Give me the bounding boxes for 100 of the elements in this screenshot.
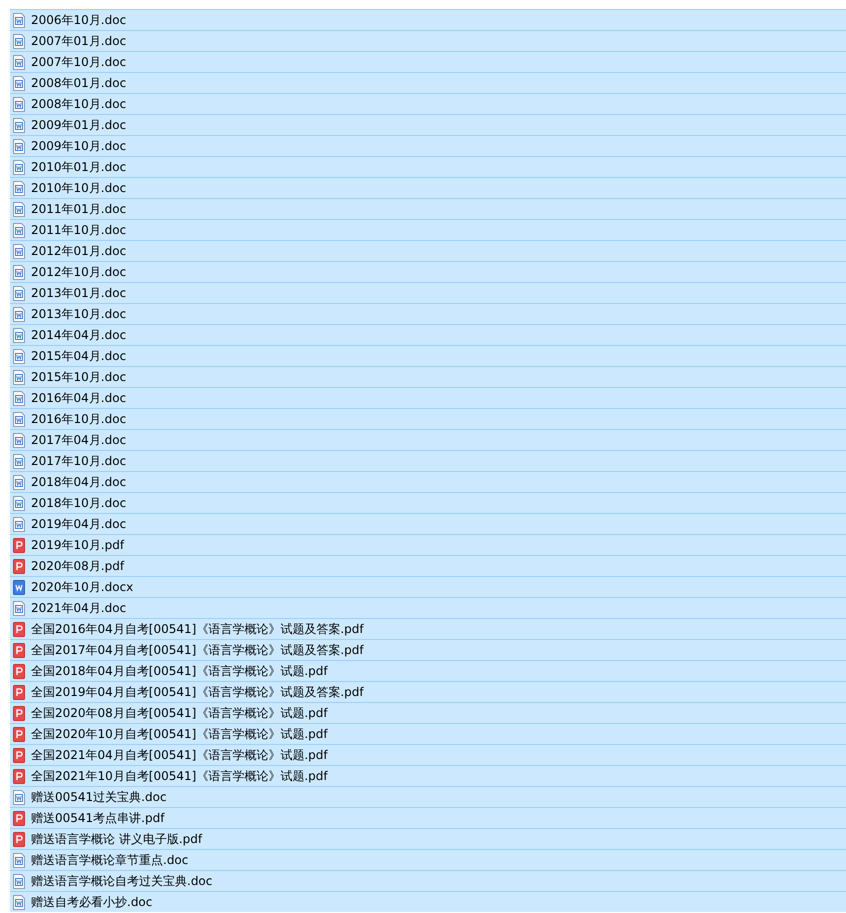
word-file-icon — [13, 306, 25, 322]
file-row[interactable]: 2020年08月.pdf — [10, 555, 846, 576]
file-row[interactable]: 2013年01月.doc — [10, 282, 846, 303]
pdf-file-icon — [13, 558, 25, 574]
file-name: 2007年10月.doc — [31, 54, 126, 71]
file-name: 2009年01月.doc — [31, 117, 126, 134]
file-name: 全国2017年04月自考[00541]《语言学概论》试题及答案.pdf — [31, 642, 364, 659]
file-row[interactable]: 赠送00541过关宝典.doc — [10, 786, 846, 807]
file-name: 2013年01月.doc — [31, 285, 126, 302]
file-row[interactable]: 赠送语言学概论自考过关宝典.doc — [10, 870, 846, 891]
pdf-file-icon — [13, 684, 25, 700]
file-row[interactable]: 2016年04月.doc — [10, 387, 846, 408]
file-name: 全国2016年04月自考[00541]《语言学概论》试题及答案.pdf — [31, 621, 364, 638]
pdf-file-icon — [13, 706, 25, 720]
file-name: 2017年04月.doc — [31, 432, 126, 449]
word-file-icon — [13, 34, 25, 48]
file-name: 2015年10月.doc — [31, 369, 126, 386]
pdf-file-icon — [13, 622, 25, 636]
file-name: 赠送自考必看小抄.doc — [31, 894, 152, 911]
file-row[interactable]: 2008年10月.doc — [10, 93, 846, 114]
file-name: 2019年10月.pdf — [31, 537, 124, 554]
file-row[interactable]: 2010年10月.doc — [10, 177, 846, 198]
file-row[interactable]: 2019年10月.pdf — [10, 534, 846, 555]
file-row[interactable]: 全国2019年04月自考[00541]《语言学概论》试题及答案.pdf — [10, 681, 846, 702]
pdf-file-icon — [13, 748, 25, 762]
file-name: 全国2018年04月自考[00541]《语言学概论》试题.pdf — [31, 663, 328, 680]
file-row[interactable]: 全国2020年08月自考[00541]《语言学概论》试题.pdf — [10, 702, 846, 723]
word-file-icon — [13, 454, 25, 468]
word-file-icon — [13, 76, 25, 90]
file-name: 2008年10月.doc — [31, 96, 126, 113]
file-row[interactable]: 2018年04月.doc — [10, 471, 846, 492]
file-row[interactable]: 2010年01月.doc — [10, 156, 846, 177]
file-row[interactable]: 赠送00541考点串讲.pdf — [10, 807, 846, 828]
file-name: 2018年10月.doc — [31, 495, 126, 512]
file-name: 2015年04月.doc — [31, 348, 126, 365]
word-file-icon — [13, 790, 25, 804]
word-file-icon — [13, 474, 25, 490]
word-file-icon — [13, 244, 25, 258]
word-file-icon — [13, 874, 25, 888]
file-row[interactable]: 全国2020年10月自考[00541]《语言学概论》试题.pdf — [10, 723, 846, 744]
file-name: 2013年10月.doc — [31, 306, 126, 323]
file-row[interactable]: 2006年10月.doc — [10, 9, 846, 30]
file-name: 全国2019年04月自考[00541]《语言学概论》试题及答案.pdf — [31, 684, 364, 701]
file-row[interactable]: 全国2021年10月自考[00541]《语言学概论》试题.pdf — [10, 765, 846, 786]
file-name: 2020年10月.docx — [31, 579, 134, 596]
file-name: 2021年04月.doc — [31, 600, 126, 617]
pdf-file-icon — [13, 664, 25, 678]
file-row[interactable]: 2012年10月.doc — [10, 261, 846, 282]
word-file-icon — [13, 370, 25, 384]
file-row[interactable]: 2007年01月.doc — [10, 30, 846, 51]
file-row[interactable]: 赠送语言学概论 讲义电子版.pdf — [10, 828, 846, 849]
word-file-icon — [13, 286, 25, 300]
file-row[interactable]: 2020年10月.docx — [10, 576, 846, 597]
file-name: 2008年01月.doc — [31, 75, 126, 92]
word-file-icon — [13, 496, 25, 510]
file-row[interactable]: 全国2017年04月自考[00541]《语言学概论》试题及答案.pdf — [10, 639, 846, 660]
file-row[interactable]: 2017年10月.doc — [10, 450, 846, 471]
file-row[interactable]: 2019年04月.doc — [10, 513, 846, 534]
word-file-icon — [13, 390, 25, 406]
file-name: 2019年04月.doc — [31, 516, 126, 533]
word-file-icon — [13, 12, 25, 28]
file-row[interactable]: 2017年04月.doc — [10, 429, 846, 450]
file-row[interactable]: 2011年10月.doc — [10, 219, 846, 240]
file-name: 2012年10月.doc — [31, 264, 126, 281]
file-row[interactable]: 2008年01月.doc — [10, 72, 846, 93]
file-row[interactable]: 2015年04月.doc — [10, 345, 846, 366]
word-file-icon — [13, 516, 25, 532]
file-row[interactable]: 赠送自考必看小抄.doc — [10, 891, 846, 912]
file-name: 2016年10月.doc — [31, 411, 126, 428]
word-file-icon — [13, 432, 25, 448]
word-file-icon — [13, 180, 25, 196]
file-row[interactable]: 2021年04月.doc — [10, 597, 846, 618]
file-name: 2011年10月.doc — [31, 222, 126, 239]
file-row[interactable]: 2007年10月.doc — [10, 51, 846, 72]
file-row[interactable]: 2014年04月.doc — [10, 324, 846, 345]
file-row[interactable]: 2018年10月.doc — [10, 492, 846, 513]
word-file-icon — [13, 894, 25, 910]
file-row[interactable]: 全国2021年04月自考[00541]《语言学概论》试题.pdf — [10, 744, 846, 765]
file-row[interactable]: 2015年10月.doc — [10, 366, 846, 387]
pdf-file-icon — [13, 726, 25, 742]
file-row[interactable]: 2009年01月.doc — [10, 114, 846, 135]
file-row[interactable]: 全国2016年04月自考[00541]《语言学概论》试题及答案.pdf — [10, 618, 846, 639]
file-row[interactable]: 2011年01月.doc — [10, 198, 846, 219]
file-row[interactable]: 赠送语言学概论章节重点.doc — [10, 849, 846, 870]
pdf-file-icon — [13, 768, 25, 784]
file-name: 2009年10月.doc — [31, 138, 126, 155]
file-row[interactable]: 2009年10月.doc — [10, 135, 846, 156]
file-row[interactable]: 2016年10月.doc — [10, 408, 846, 429]
file-row[interactable]: 全国2018年04月自考[00541]《语言学概论》试题.pdf — [10, 660, 846, 681]
word-file-icon — [13, 600, 25, 616]
word-file-icon — [13, 348, 25, 364]
word-file-icon — [13, 222, 25, 238]
file-name: 全国2021年04月自考[00541]《语言学概论》试题.pdf — [31, 747, 328, 764]
file-row[interactable]: 2012年01月.doc — [10, 240, 846, 261]
file-name: 全国2020年08月自考[00541]《语言学概论》试题.pdf — [31, 705, 328, 722]
file-name: 全国2021年10月自考[00541]《语言学概论》试题.pdf — [31, 768, 328, 785]
word-file-icon — [13, 96, 25, 112]
file-row[interactable]: 2013年10月.doc — [10, 303, 846, 324]
file-name: 2018年04月.doc — [31, 474, 126, 491]
file-name: 2007年01月.doc — [31, 33, 126, 50]
